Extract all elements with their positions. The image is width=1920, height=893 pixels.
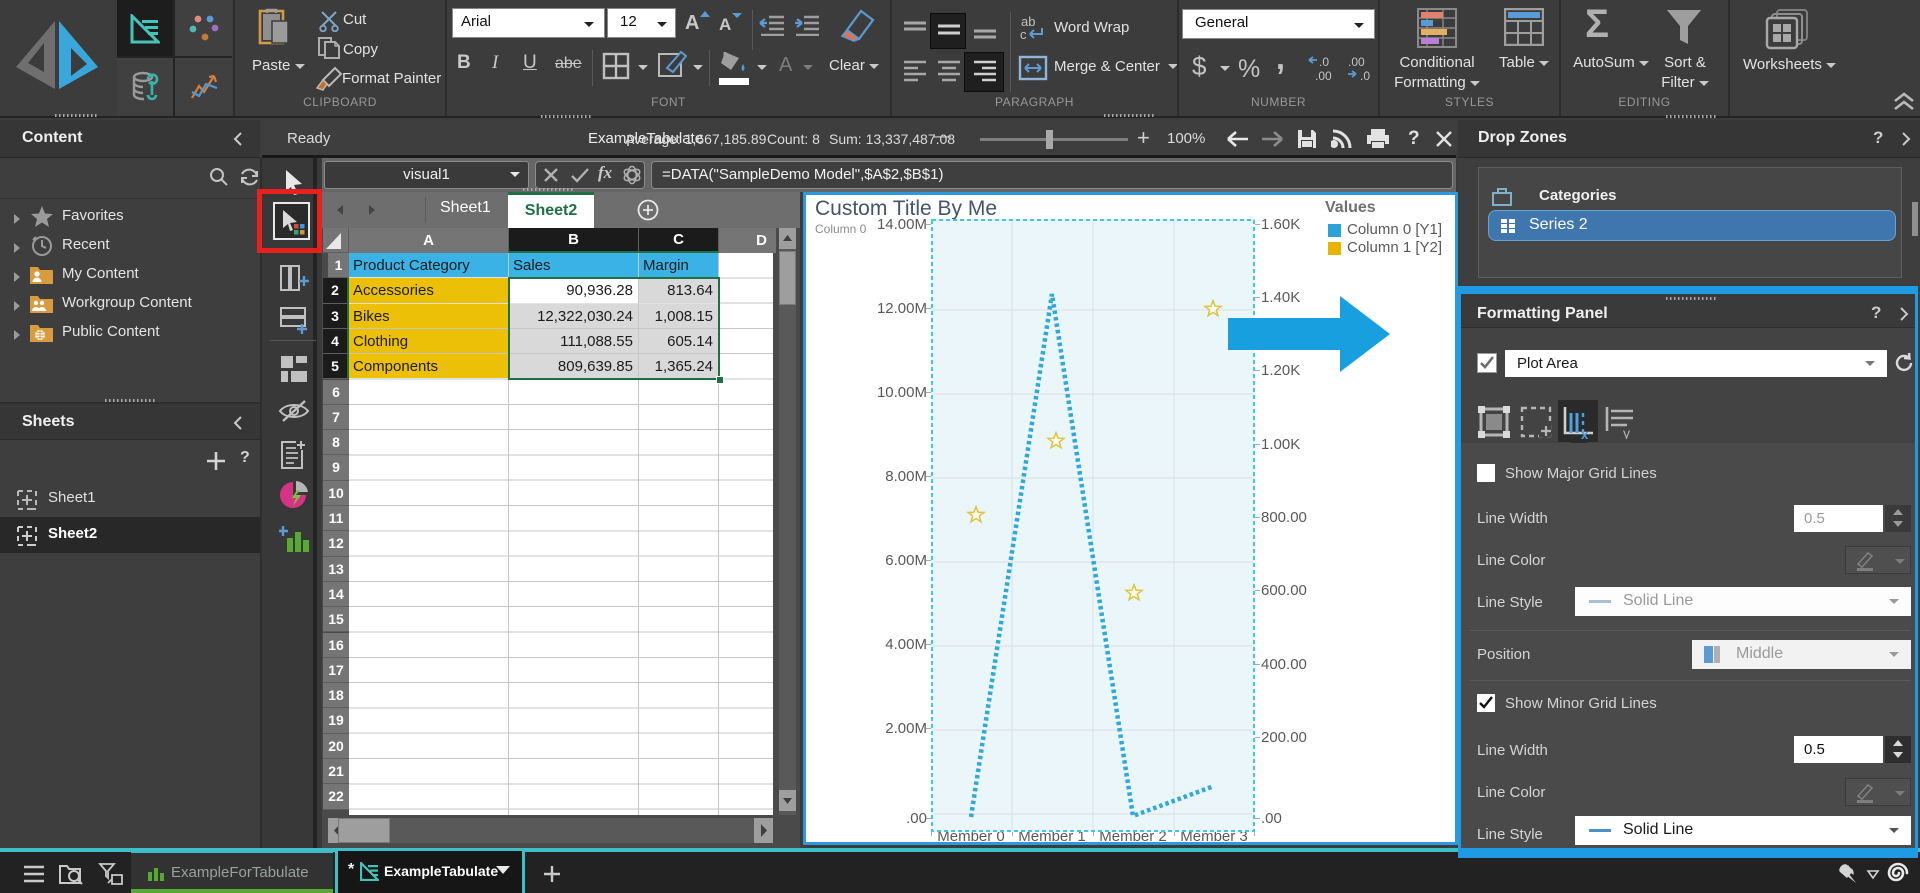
svg-text:c: c xyxy=(1020,27,1027,42)
svg-text:.0: .0 xyxy=(1319,55,1329,69)
svg-text:.0: .0 xyxy=(1360,69,1370,83)
svg-text:.00: .00 xyxy=(1348,55,1365,69)
svg-text:.00: .00 xyxy=(1315,69,1332,83)
